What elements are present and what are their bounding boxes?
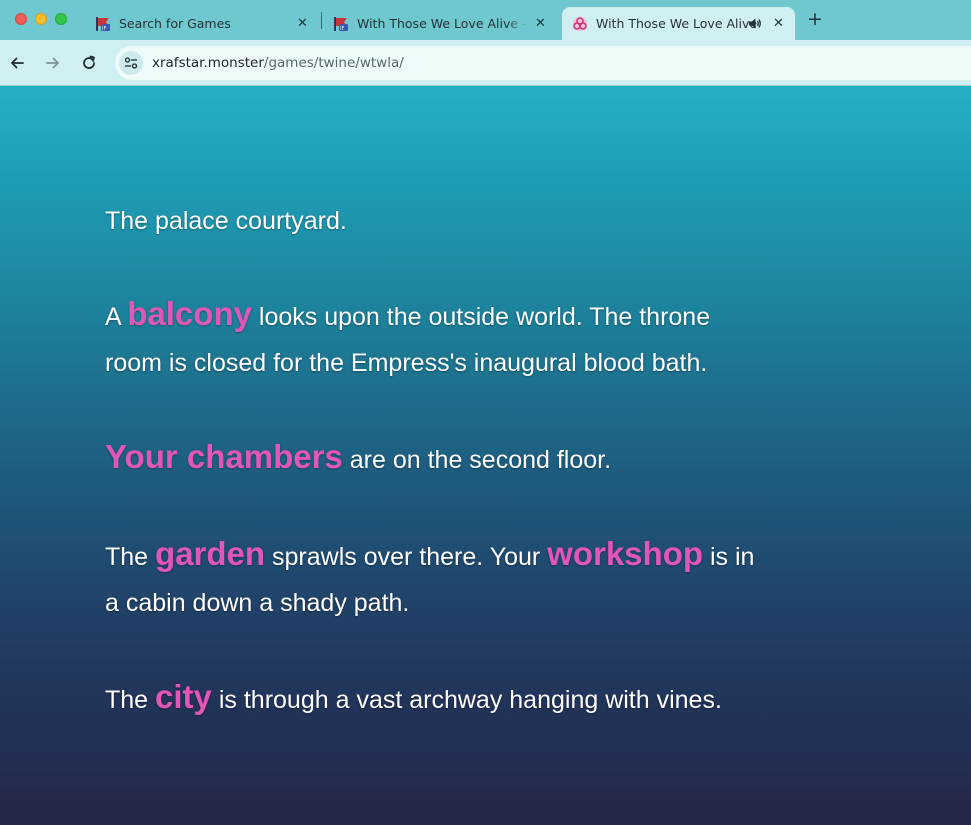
link-workshop[interactable]: workshop bbox=[547, 535, 703, 572]
story-text: The bbox=[105, 686, 156, 714]
fullscreen-window-button[interactable] bbox=[55, 13, 67, 25]
close-tab-icon[interactable]: ✕ bbox=[773, 16, 784, 31]
link-your-chambers[interactable]: Your chambers bbox=[105, 438, 343, 475]
reload-icon bbox=[83, 55, 95, 69]
tab-separator bbox=[321, 12, 322, 29]
ifdb-flag-icon: IF bbox=[95, 16, 111, 32]
ifdb-flag-icon: IF bbox=[333, 16, 349, 32]
tab-title: Search for Games bbox=[119, 16, 231, 31]
story-paragraph: The city is through a vast archway hangi… bbox=[105, 674, 765, 723]
story-text: The bbox=[105, 543, 156, 571]
arrow-left-icon bbox=[11, 57, 24, 69]
close-tab-icon[interactable]: ✕ bbox=[297, 16, 308, 31]
address-bar[interactable]: xrafstar.monster/games/twine/wtwla/ bbox=[115, 46, 971, 80]
browser-toolbar: xrafstar.monster/games/twine/wtwla/ bbox=[0, 40, 971, 86]
tab-title: With Those We Love Alive bbox=[596, 16, 758, 31]
arrow-right-icon bbox=[46, 57, 59, 69]
tab-title: With Those We Love Alive - D bbox=[357, 16, 527, 31]
close-window-button[interactable] bbox=[15, 13, 27, 25]
story-text: is through a vast archway hanging with v… bbox=[211, 686, 722, 714]
story-text: A bbox=[105, 303, 128, 331]
new-tab-button[interactable]: + bbox=[805, 8, 825, 30]
link-garden[interactable]: garden bbox=[155, 535, 265, 572]
story-text: are on the second floor. bbox=[342, 446, 612, 474]
url-text[interactable]: xrafstar.monster/games/twine/wtwla/ bbox=[152, 55, 404, 71]
tab-strip: IF Search for Games ✕ IF With Those We L… bbox=[0, 0, 971, 40]
back-button[interactable] bbox=[6, 52, 28, 74]
close-tab-icon[interactable]: ✕ bbox=[535, 16, 546, 31]
story-paragraph: The palace courtyard. bbox=[105, 207, 347, 235]
tab-wtwla-details[interactable]: IF With Those We Love Alive - D ✕ bbox=[323, 7, 559, 40]
minimize-window-button[interactable] bbox=[35, 13, 47, 25]
reload-button[interactable] bbox=[78, 52, 100, 74]
speaker-icon[interactable] bbox=[748, 17, 762, 33]
story-passage: The palace courtyard. A balcony looks up… bbox=[105, 198, 765, 771]
tab-wtwla-game[interactable]: With Those We Love Alive ✕ bbox=[562, 7, 795, 40]
url-host: xrafstar.monster bbox=[152, 55, 264, 71]
link-city[interactable]: city bbox=[155, 678, 212, 715]
link-balcony[interactable]: balcony bbox=[127, 295, 252, 332]
biohazard-icon bbox=[572, 16, 588, 32]
svg-text:IF: IF bbox=[102, 26, 106, 32]
story-paragraph: A balcony looks upon the outside world. … bbox=[105, 291, 765, 386]
story-paragraph: The garden sprawls over there. Your work… bbox=[105, 531, 765, 626]
tab-search-for-games[interactable]: IF Search for Games ✕ bbox=[85, 7, 320, 40]
story-paragraph: Your chambers are on the second floor. bbox=[105, 434, 765, 483]
svg-text:IF: IF bbox=[340, 26, 344, 32]
site-info-icon[interactable] bbox=[119, 51, 143, 75]
url-path: /games/twine/wtwla/ bbox=[263, 55, 404, 71]
story-page: The palace courtyard. A balcony looks up… bbox=[0, 86, 971, 825]
forward-button[interactable] bbox=[42, 52, 64, 74]
story-text: sprawls over there. Your bbox=[265, 543, 548, 571]
